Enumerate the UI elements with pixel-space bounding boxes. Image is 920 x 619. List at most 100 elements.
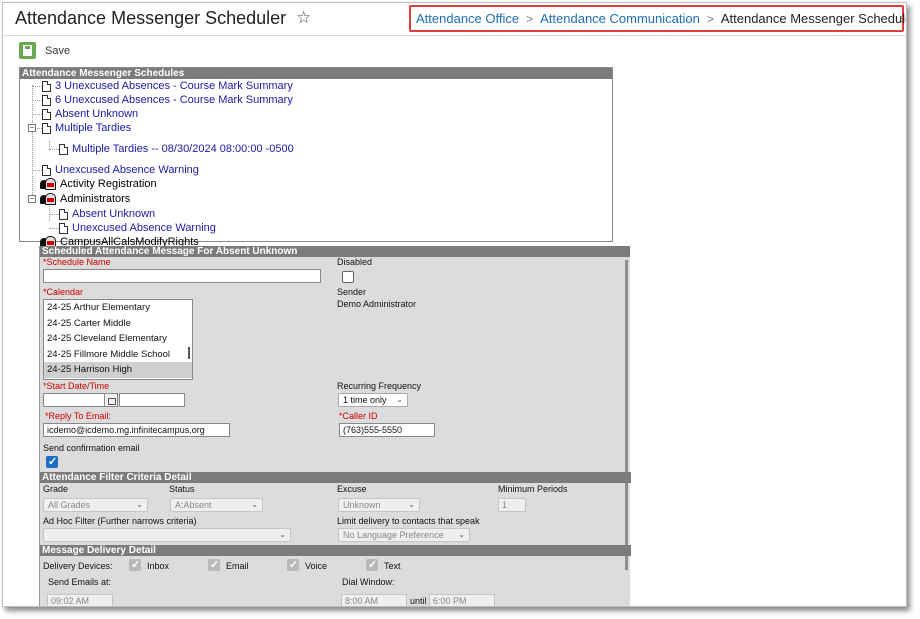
tree-item[interactable]: Absent Unknown bbox=[59, 207, 155, 221]
breadcrumb-link-attendance-communication[interactable]: Attendance Communication bbox=[540, 11, 700, 26]
adhoc-filter-select[interactable]: ⌄ bbox=[43, 528, 291, 542]
caller-id-label: *Caller ID bbox=[339, 411, 378, 421]
calendar-listbox[interactable]: 24-25 Arthur Elementary 24-25 Carter Mid… bbox=[43, 299, 193, 380]
excuse-value: Unknown bbox=[343, 500, 381, 510]
text-checkbox[interactable] bbox=[366, 558, 378, 571]
start-time-input[interactable] bbox=[119, 393, 185, 407]
chevron-down-icon: ⌄ bbox=[251, 500, 258, 509]
listbox-scrollbar[interactable] bbox=[188, 347, 190, 359]
adhoc-filter-label: Ad Hoc Filter (Further narrows criteria) bbox=[43, 516, 197, 526]
chevron-right-icon: > bbox=[526, 11, 534, 26]
inbox-checkbox[interactable] bbox=[129, 558, 141, 571]
tree-item[interactable]: Unexcused Absence Warning bbox=[42, 163, 199, 177]
voice-label: Voice bbox=[305, 561, 328, 571]
calendar-option[interactable]: 24-25 Fillmore Middle School bbox=[44, 347, 192, 363]
caller-id-input[interactable] bbox=[339, 423, 435, 437]
disabled-label: Disabled bbox=[337, 257, 373, 267]
document-icon bbox=[59, 143, 68, 155]
status-select[interactable]: A:Absent ⌄ bbox=[170, 498, 263, 512]
tree-item-label: Multiple Tardies bbox=[55, 122, 132, 134]
tree-item-group[interactable]: Administrators bbox=[40, 192, 130, 206]
calendar-option[interactable]: 24-25 Arthur Elementary bbox=[44, 300, 192, 316]
calendar-icon[interactable] bbox=[104, 393, 118, 407]
collapse-toggle[interactable]: − bbox=[28, 124, 36, 132]
status-value: A:Absent bbox=[175, 500, 212, 510]
send-emails-label: Send Emails at: bbox=[48, 577, 112, 587]
collapse-toggle[interactable]: − bbox=[28, 195, 36, 203]
schedule-detail-panel: Scheduled Attendance Message For Absent … bbox=[39, 246, 631, 606]
calendar-option[interactable]: 24-25 Carter Middle bbox=[44, 316, 192, 332]
tree-item[interactable]: Multiple Tardies -- 08/30/2024 08:00:00 … bbox=[59, 142, 294, 156]
email-label: Email bbox=[226, 561, 249, 571]
minimum-periods-input[interactable]: 1 bbox=[498, 498, 526, 512]
document-icon bbox=[42, 80, 51, 92]
voice-checkbox[interactable] bbox=[287, 558, 299, 571]
recurring-frequency-select[interactable]: 1 time only ⌄ bbox=[338, 393, 408, 407]
excuse-label: Excuse bbox=[337, 484, 367, 494]
star-icon[interactable]: ☆ bbox=[296, 8, 311, 28]
title-divider bbox=[3, 35, 906, 36]
tree-item-group[interactable]: Activity Registration bbox=[40, 177, 157, 191]
vertical-scrollbar[interactable] bbox=[625, 260, 628, 570]
tree-item-label: Administrators bbox=[60, 193, 131, 205]
reply-email-input[interactable] bbox=[43, 423, 230, 437]
tree-item-label: Multiple Tardies -- 08/30/2024 08:00:00 … bbox=[72, 143, 294, 155]
confirmation-email-label: Send confirmation email bbox=[43, 443, 140, 453]
tree-item-label: Absent Unknown bbox=[55, 108, 139, 120]
limit-delivery-label: Limit delivery to contacts that speak bbox=[337, 516, 480, 526]
schedule-name-input[interactable] bbox=[43, 269, 321, 283]
save-button-label: Save bbox=[45, 44, 71, 57]
recurring-frequency-label: Recurring Frequency bbox=[337, 381, 422, 391]
sender-value: Demo Administrator bbox=[337, 299, 417, 309]
start-date-input[interactable] bbox=[43, 393, 105, 407]
document-icon bbox=[42, 122, 51, 134]
user-group-icon bbox=[40, 177, 56, 191]
tree-connector bbox=[49, 149, 59, 150]
calendar-option-selected[interactable]: 24-25 Harrison High bbox=[44, 362, 192, 378]
chevron-down-icon: ⌄ bbox=[396, 395, 403, 404]
save-icon bbox=[19, 42, 36, 59]
tree-item-label: Absent Unknown bbox=[72, 208, 156, 220]
breadcrumb-current: Attendance Messenger Scheduler bbox=[720, 11, 907, 26]
tree-connector bbox=[32, 86, 42, 87]
email-checkbox[interactable] bbox=[208, 558, 220, 571]
document-icon bbox=[42, 108, 51, 120]
delivery-devices-label: Delivery Devices: bbox=[43, 561, 113, 571]
grade-select[interactable]: All Grades ⌄ bbox=[43, 498, 148, 512]
grade-label: Grade bbox=[43, 484, 69, 494]
tree-connector bbox=[32, 170, 42, 171]
tree-item-label: 6 Unexcused Absences - Course Mark Summa… bbox=[55, 94, 293, 106]
schedules-section-header: Attendance Messenger Schedules bbox=[20, 68, 612, 79]
tree-item[interactable]: 6 Unexcused Absences - Course Mark Summa… bbox=[42, 93, 293, 107]
calendar-option[interactable]: 24-25 Cleveland Elementary bbox=[44, 331, 192, 347]
delivery-section-header: Message Delivery Detail bbox=[40, 545, 631, 556]
confirmation-email-checkbox[interactable] bbox=[46, 455, 58, 468]
tree-item[interactable]: Absent Unknown bbox=[42, 107, 138, 121]
tree-item[interactable]: Unexcused Absence Warning bbox=[59, 221, 216, 235]
chevron-down-icon: ⌄ bbox=[136, 500, 143, 509]
schedules-tree-panel: Attendance Messenger Schedules 3 Unexcus… bbox=[19, 67, 613, 248]
language-preference-select[interactable]: No Language Preference ⌄ bbox=[338, 528, 470, 542]
tree-item[interactable]: Multiple Tardies bbox=[42, 121, 131, 135]
sender-label: Sender bbox=[337, 287, 367, 297]
chevron-right-icon: > bbox=[706, 11, 714, 26]
save-button[interactable]: Save bbox=[19, 42, 70, 59]
tree-item[interactable]: 3 Unexcused Absences - Course Mark Summa… bbox=[42, 79, 293, 93]
schedule-name-label: *Schedule Name bbox=[43, 257, 111, 267]
dial-window-end-input[interactable]: 6:00 PM bbox=[429, 594, 495, 606]
dial-window-start-input[interactable]: 8:00 AM bbox=[341, 594, 407, 606]
status-label: Status bbox=[169, 484, 195, 494]
document-icon bbox=[59, 222, 68, 234]
schedules-tree: 3 Unexcused Absences - Course Mark Summa… bbox=[20, 79, 612, 248]
tree-connector bbox=[32, 100, 42, 101]
breadcrumb-link-attendance-office[interactable]: Attendance Office bbox=[416, 11, 519, 26]
chevron-down-icon: ⌄ bbox=[458, 530, 465, 539]
disabled-checkbox[interactable] bbox=[342, 271, 354, 283]
tree-connector bbox=[49, 214, 59, 215]
excuse-select[interactable]: Unknown ⌄ bbox=[338, 498, 420, 512]
calendar-label: *Calendar bbox=[43, 287, 84, 297]
grade-value: All Grades bbox=[48, 500, 91, 510]
send-emails-time-input[interactable]: 09:02 AM bbox=[47, 594, 113, 606]
tree-connector bbox=[49, 228, 59, 229]
tree-connector bbox=[32, 114, 42, 115]
